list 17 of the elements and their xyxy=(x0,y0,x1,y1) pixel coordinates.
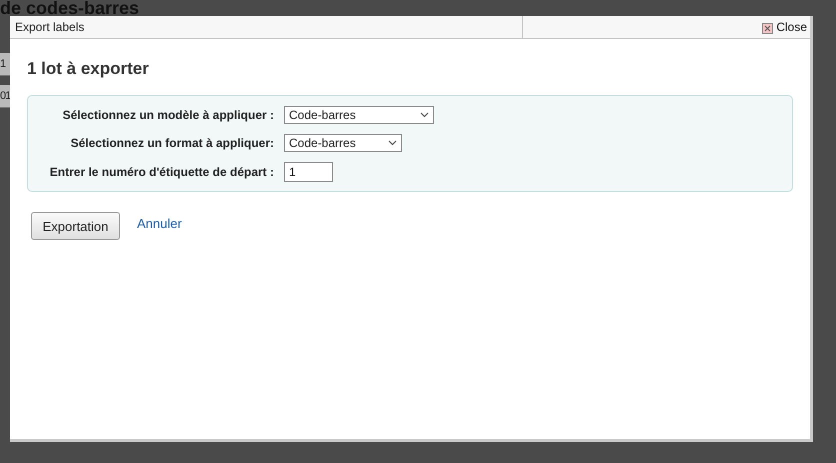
chevron-down-icon xyxy=(420,112,429,118)
cancel-link[interactable]: Annuler xyxy=(137,216,182,231)
export-button[interactable]: Exportation xyxy=(31,212,120,240)
field-label: Entrer le numéro d'étiquette de départ : xyxy=(48,165,274,179)
chevron-down-icon xyxy=(388,140,397,146)
close-button[interactable]: Close xyxy=(762,20,807,34)
field-label: Sélectionnez un format à appliquer: xyxy=(70,136,274,150)
field-label: Sélectionnez un modèle à appliquer : xyxy=(62,108,274,122)
table-cell: 1 xyxy=(0,53,10,76)
table-cell: 01 xyxy=(0,85,10,108)
page-heading: de codes-barres xyxy=(0,0,140,16)
dropdown[interactable]: Code-barres xyxy=(284,106,434,124)
dialog-title: Export labels xyxy=(10,16,523,38)
dropdown[interactable]: Code-barres xyxy=(284,134,402,152)
dialog-heading: 1 lot à exporter xyxy=(27,58,150,80)
input-field[interactable]: 1 xyxy=(284,162,333,182)
close-icon xyxy=(762,23,774,34)
